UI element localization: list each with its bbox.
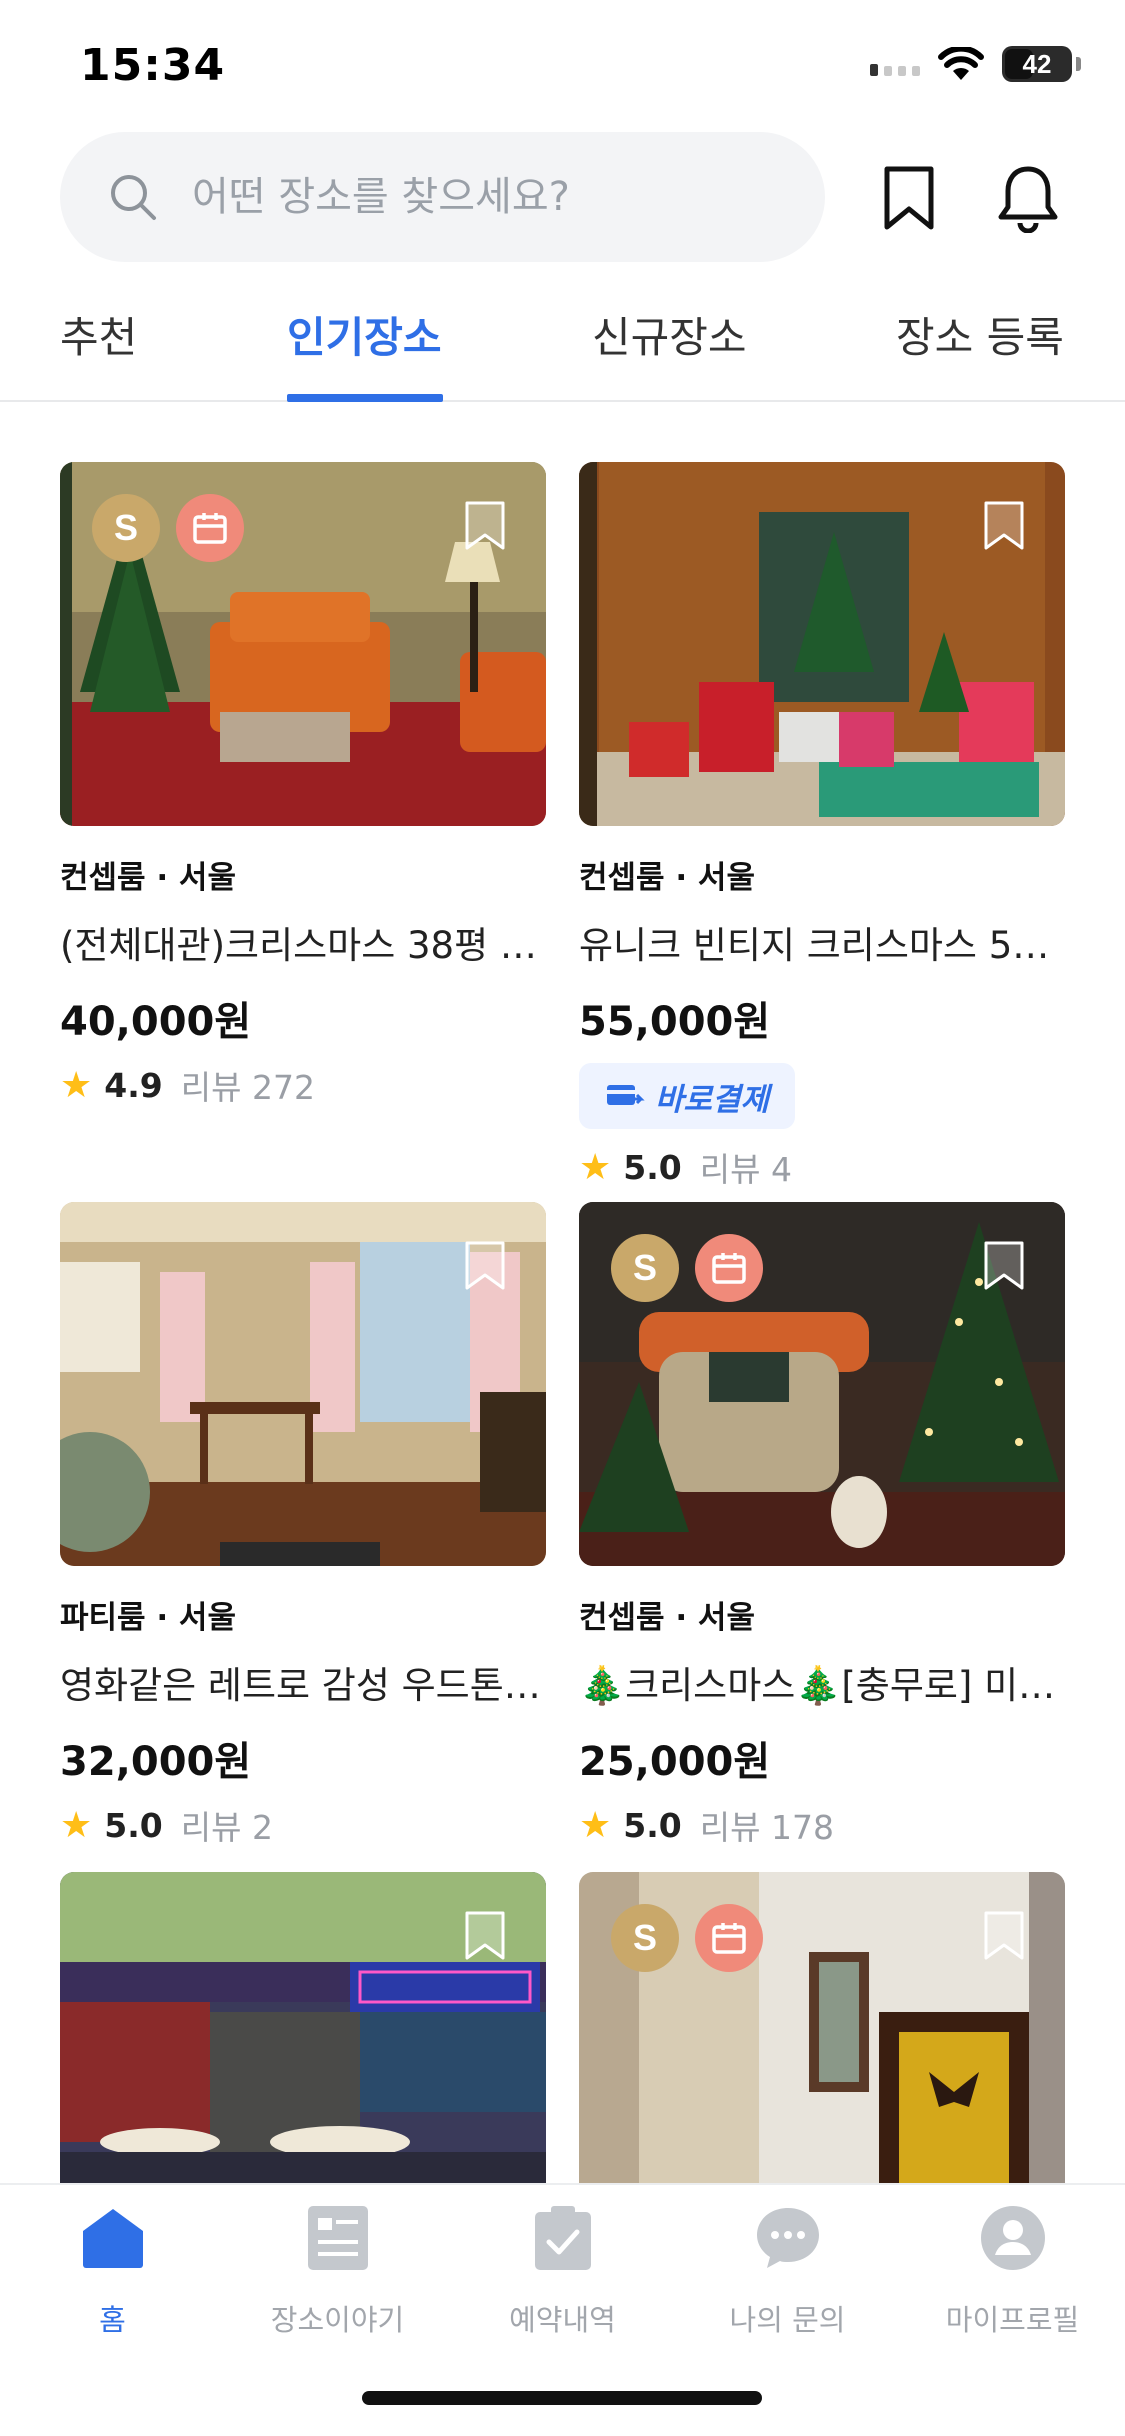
document-icon: [305, 2205, 371, 2271]
save-bookmark-icon[interactable]: [464, 1910, 506, 1962]
battery-level: 42: [1022, 48, 1052, 79]
place-price: 25,000원: [579, 1739, 771, 1785]
clipboard-check-icon: [530, 2205, 596, 2271]
place-category: 파티룸 · 서울: [60, 1600, 236, 1636]
rating-score: 5.0: [623, 1805, 682, 1845]
place-photo[interactable]: [60, 1202, 546, 1566]
star-icon: ★: [579, 1804, 612, 1846]
rating-score: 4.9: [104, 1065, 163, 1105]
profile-icon: [980, 2205, 1046, 2271]
status-bar: 15:34 42: [0, 0, 1125, 130]
rating-row: ★ 5.0 리뷰 4: [579, 1143, 1065, 1191]
rating-row: ★ 5.0 리뷰 2: [60, 1801, 546, 1849]
save-bookmark-icon[interactable]: [464, 500, 506, 552]
nav-reservations[interactable]: 예약내역: [450, 2205, 675, 2339]
direct-pay-label: 바로결제: [655, 1081, 770, 1118]
chat-bubble-icon: [755, 2205, 821, 2271]
bookmark-icon[interactable]: [874, 160, 944, 236]
super-host-badge: S: [92, 494, 160, 562]
star-icon: ★: [579, 1146, 612, 1188]
review-count: 리뷰 4: [699, 1150, 792, 1189]
place-card[interactable]: [60, 1872, 546, 2236]
battery-icon: 42: [1002, 46, 1072, 82]
wifi-icon: [938, 47, 984, 81]
place-photo[interactable]: [579, 462, 1065, 826]
nav-my-inquiries-label: 나의 문의: [729, 2303, 846, 2337]
save-bookmark-icon[interactable]: [464, 1240, 506, 1292]
home-icon: [80, 2205, 146, 2271]
star-icon: ★: [60, 1804, 93, 1846]
nav-reservations-label: 예약내역: [509, 2303, 616, 2337]
rating-score: 5.0: [623, 1147, 682, 1187]
star-icon: ★: [60, 1064, 93, 1106]
calendar-icon: [695, 1904, 763, 1972]
save-bookmark-icon[interactable]: [983, 1910, 1025, 1962]
place-category: 컨셉룸 · 서울: [579, 1600, 755, 1636]
place-photo[interactable]: S: [579, 1872, 1065, 2236]
nav-my-profile[interactable]: 마이프로필: [900, 2205, 1125, 2339]
place-card[interactable]: 컨셉룸 · 서울 유니크 빈티지 크리스마스 5… 55,000원 바로결제 ★…: [579, 462, 1065, 1191]
review-count: 리뷰 2: [180, 1808, 273, 1847]
place-name[interactable]: 🎄크리스마스🎄[충무로] 미…: [579, 1655, 1065, 1709]
place-card[interactable]: S 컨셉룸 · 서울 (전체대관)크리스마스 38평 1… 40,000원 ★ …: [60, 462, 546, 1109]
rating-row: ★ 4.9 리뷰 272: [60, 1061, 546, 1109]
place-photo[interactable]: S: [60, 462, 546, 826]
search-input[interactable]: [192, 174, 752, 220]
place-price: 55,000원: [579, 999, 771, 1045]
card-payment-icon: [607, 1085, 645, 1105]
place-name[interactable]: 영화같은 레트로 감성 우드톤…: [60, 1655, 546, 1709]
place-category: 컨셉룸 · 서울: [60, 860, 236, 896]
home-indicator: [362, 2391, 762, 2405]
active-tab-indicator: [287, 394, 443, 402]
review-count: 리뷰 272: [180, 1068, 315, 1107]
place-card[interactable]: S 컨셉룸 · 서울 🎄크리스마스🎄[충무로] 미… 25,000원 ★ 5.0…: [579, 1202, 1065, 1849]
super-host-badge: S: [611, 1904, 679, 1972]
tab-popular[interactable]: 인기장소: [287, 304, 442, 365]
place-category: 컨셉룸 · 서울: [579, 860, 755, 896]
tab-new[interactable]: 신규장소: [592, 304, 747, 365]
place-photo[interactable]: [60, 1872, 546, 2236]
place-price: 40,000원: [60, 999, 252, 1045]
save-bookmark-icon[interactable]: [983, 500, 1025, 552]
place-card[interactable]: 파티룸 · 서울 영화같은 레트로 감성 우드톤… 32,000원 ★ 5.0 …: [60, 1202, 546, 1849]
search-bar[interactable]: [60, 132, 825, 262]
nav-home-label: 홈: [99, 2303, 126, 2337]
notification-bell-icon[interactable]: [993, 160, 1063, 236]
status-time: 15:34: [80, 40, 226, 91]
cellular-signal-icon: [870, 52, 920, 76]
place-photo[interactable]: S: [579, 1202, 1065, 1566]
place-price: 32,000원: [60, 1739, 252, 1785]
calendar-icon: [176, 494, 244, 562]
nav-my-inquiries[interactable]: 나의 문의: [675, 2205, 900, 2339]
super-host-badge: S: [611, 1234, 679, 1302]
tab-recommended[interactable]: 추천: [60, 304, 137, 365]
tab-register-place[interactable]: 장소 등록: [896, 304, 1064, 365]
review-count: 리뷰 178: [699, 1808, 834, 1847]
direct-pay-badge: 바로결제: [579, 1063, 796, 1129]
save-bookmark-icon[interactable]: [983, 1240, 1025, 1292]
status-icons: 42: [870, 46, 1081, 82]
place-name[interactable]: 유니크 빈티지 크리스마스 5…: [579, 915, 1065, 969]
place-card[interactable]: S: [579, 1872, 1065, 2236]
search-icon: [106, 170, 160, 224]
rating-score: 5.0: [104, 1805, 163, 1845]
nav-place-stories[interactable]: 장소이야기: [225, 2205, 450, 2339]
rating-row: ★ 5.0 리뷰 178: [579, 1801, 1065, 1849]
category-tabs: 추천 인기장소 신규장소 장소 등록: [0, 290, 1125, 402]
nav-my-profile-label: 마이프로필: [945, 2303, 1080, 2337]
nav-place-stories-label: 장소이야기: [270, 2303, 405, 2337]
nav-home[interactable]: 홈: [0, 2205, 225, 2339]
calendar-icon: [695, 1234, 763, 1302]
place-name[interactable]: (전체대관)크리스마스 38평 1…: [60, 915, 546, 969]
